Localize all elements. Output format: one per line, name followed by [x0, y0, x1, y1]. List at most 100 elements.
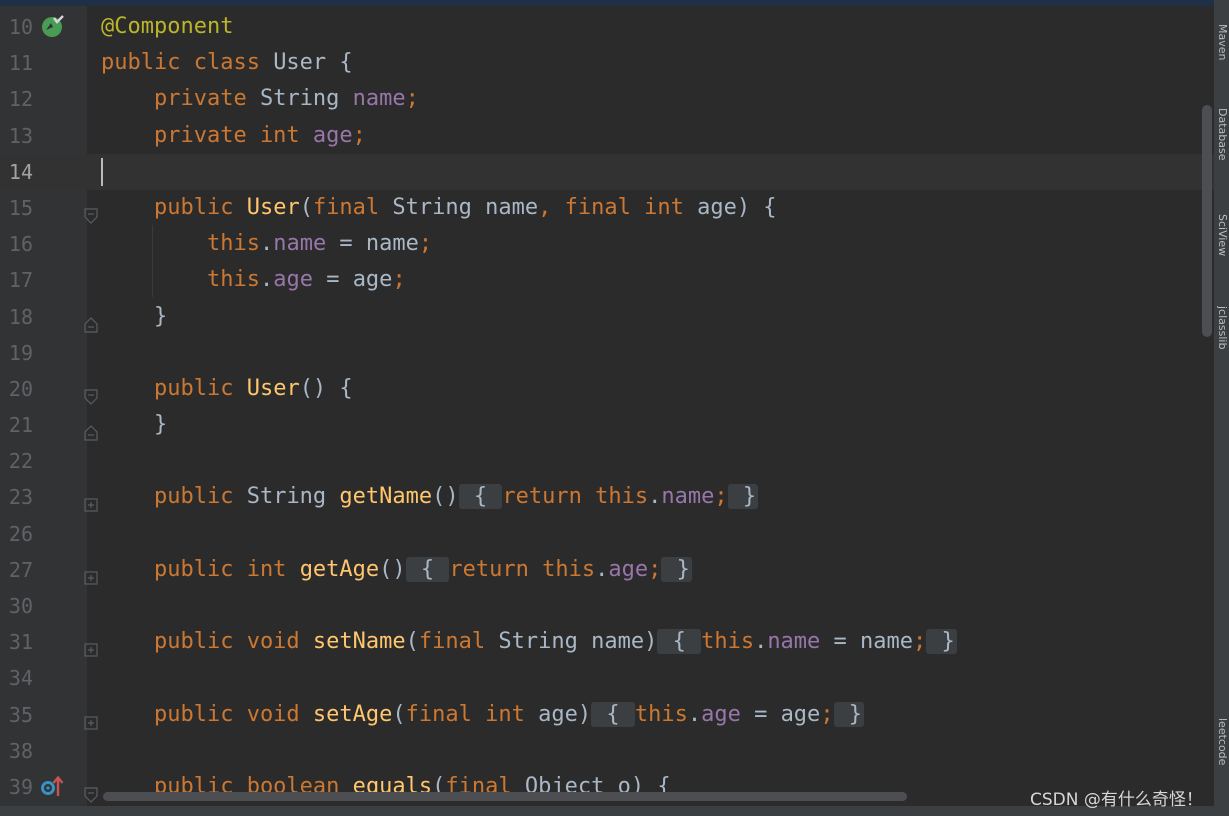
code-line[interactable]: 15 public User(final String name, final …	[0, 190, 1214, 226]
code-token: ;	[392, 267, 406, 293]
tool-tab-leetcode[interactable]: leetcode	[1216, 718, 1229, 798]
code-token: this	[701, 629, 755, 655]
line-number[interactable]: 22	[0, 443, 33, 479]
fold-end-icon[interactable]	[84, 309, 98, 333]
code-line[interactable]: 10 @Component	[0, 9, 1214, 45]
code-token: ,	[538, 194, 565, 220]
line-number[interactable]: 16	[0, 226, 33, 262]
code-token: setAge	[312, 701, 393, 727]
code-text[interactable]: public class User {	[101, 45, 353, 81]
code-token: age	[273, 267, 313, 293]
code-line[interactable]: 20 public User() {	[0, 371, 1214, 407]
folded-region[interactable]: }	[727, 484, 759, 510]
folded-region[interactable]: {	[657, 629, 702, 655]
folded-region[interactable]: }	[926, 629, 957, 655]
code-text[interactable]: public User() {	[101, 371, 353, 407]
line-number[interactable]: 20	[0, 371, 33, 407]
fold-collapsed-icon[interactable]	[84, 562, 98, 585]
code-token: = name	[820, 629, 914, 655]
code-text[interactable]: }	[101, 407, 167, 443]
bean-icon[interactable]	[40, 14, 66, 40]
code-text[interactable]: public void setName(final String name) {…	[101, 624, 957, 660]
code-text[interactable]: this.age = age;	[101, 262, 406, 298]
code-line[interactable]: 23 public String getName() { return this…	[0, 479, 1214, 515]
code-text[interactable]: private int age;	[101, 118, 366, 154]
line-number[interactable]: 18	[0, 299, 33, 335]
fold-collapsed-icon[interactable]	[84, 634, 98, 657]
code-token: = age	[312, 267, 393, 293]
code-line[interactable]: 30	[0, 588, 1214, 624]
code-line[interactable]: 31 public void setName(final String name…	[0, 624, 1214, 660]
line-number[interactable]: 30	[0, 588, 33, 624]
line-number[interactable]: 26	[0, 516, 33, 552]
folded-region[interactable]: }	[661, 556, 692, 582]
tool-tab-maven[interactable]: Maven	[1216, 24, 1229, 84]
code-text[interactable]: public User(final String name, final int…	[101, 190, 777, 226]
folded-region[interactable]: {	[405, 556, 450, 582]
line-number[interactable]: 34	[0, 660, 33, 696]
code-text[interactable]: }	[101, 299, 167, 335]
code-line[interactable]: 38	[0, 733, 1214, 769]
folded-region[interactable]: {	[591, 701, 635, 727]
line-number[interactable]: 12	[0, 81, 33, 117]
line-number[interactable]: 14	[0, 154, 33, 190]
line-number[interactable]: 35	[0, 697, 33, 733]
override-method-icon[interactable]	[40, 774, 66, 800]
code-line[interactable]: 22	[0, 443, 1214, 479]
line-number[interactable]: 10	[0, 9, 33, 45]
code-line[interactable]: 12 private String name;	[0, 81, 1214, 117]
code-line[interactable]: 18 }	[0, 299, 1214, 335]
code-token: final int	[405, 701, 539, 727]
fold-start-icon[interactable]	[84, 779, 98, 803]
folded-region[interactable]: }	[833, 701, 865, 727]
code-line[interactable]: 35 public void setAge(final int age) { t…	[0, 697, 1214, 733]
fold-collapsed-icon[interactable]	[84, 707, 98, 730]
code-token: User	[246, 375, 300, 401]
code-token: return this	[449, 556, 596, 582]
code-line[interactable]: 17 this.age = age;	[0, 262, 1214, 298]
code-line[interactable]: 19	[0, 335, 1214, 371]
code-token: public int	[101, 556, 300, 582]
code-line[interactable]: 13 private int age;	[0, 118, 1214, 154]
code-text[interactable]: public void setAge(final int age) { this…	[101, 697, 865, 733]
code-line[interactable]: 14	[0, 154, 1214, 190]
code-text[interactable]: public int getAge() { return this.age; }	[101, 552, 692, 588]
code-token: (	[405, 629, 419, 655]
line-number[interactable]: 19	[0, 335, 33, 371]
code-text[interactable]: private String name;	[101, 81, 419, 117]
code-line[interactable]: 27 public int getAge() { return this.age…	[0, 552, 1214, 588]
line-number[interactable]: 15	[0, 190, 33, 226]
code-text[interactable]: this.name = name;	[101, 226, 432, 262]
line-number[interactable]: 27	[0, 552, 33, 588]
fold-end-icon[interactable]	[84, 417, 98, 441]
fold-collapsed-icon[interactable]	[84, 489, 98, 513]
line-number[interactable]: 13	[0, 118, 33, 154]
folded-region[interactable]: {	[458, 484, 503, 510]
tool-tab-database[interactable]: Database	[1216, 108, 1229, 188]
fold-start-icon[interactable]	[84, 200, 98, 224]
code-line[interactable]: 26	[0, 516, 1214, 552]
line-number[interactable]: 31	[0, 624, 33, 660]
horizontal-scrollbar[interactable]	[103, 792, 907, 801]
line-number[interactable]: 23	[0, 479, 33, 515]
text-caret	[101, 157, 103, 186]
code-token: ;	[913, 629, 927, 655]
line-number[interactable]: 11	[0, 45, 33, 81]
vertical-scrollbar[interactable]	[1202, 105, 1212, 337]
code-lines[interactable]: 10 @Component 11 public class User {12 priv…	[0, 9, 1214, 805]
code-line[interactable]: 21 }	[0, 407, 1214, 443]
code-line[interactable]: 11 public class User {	[0, 45, 1214, 81]
line-number[interactable]: 21	[0, 407, 33, 443]
tool-tab-sciview[interactable]: SciView	[1216, 214, 1229, 282]
code-line[interactable]: 16 this.name = name;	[0, 226, 1214, 262]
code-token: public	[101, 194, 247, 220]
tool-tab-jclasslib[interactable]: jclasslib	[1216, 306, 1229, 376]
line-number[interactable]: 39	[0, 769, 33, 805]
code-token: getAge	[299, 556, 380, 582]
code-text[interactable]: public String getName() { return this.na…	[101, 479, 759, 515]
code-text[interactable]: @Component	[101, 9, 233, 45]
fold-start-icon[interactable]	[84, 381, 98, 405]
line-number[interactable]: 38	[0, 733, 33, 769]
code-line[interactable]: 34	[0, 660, 1214, 696]
line-number[interactable]: 17	[0, 262, 33, 298]
